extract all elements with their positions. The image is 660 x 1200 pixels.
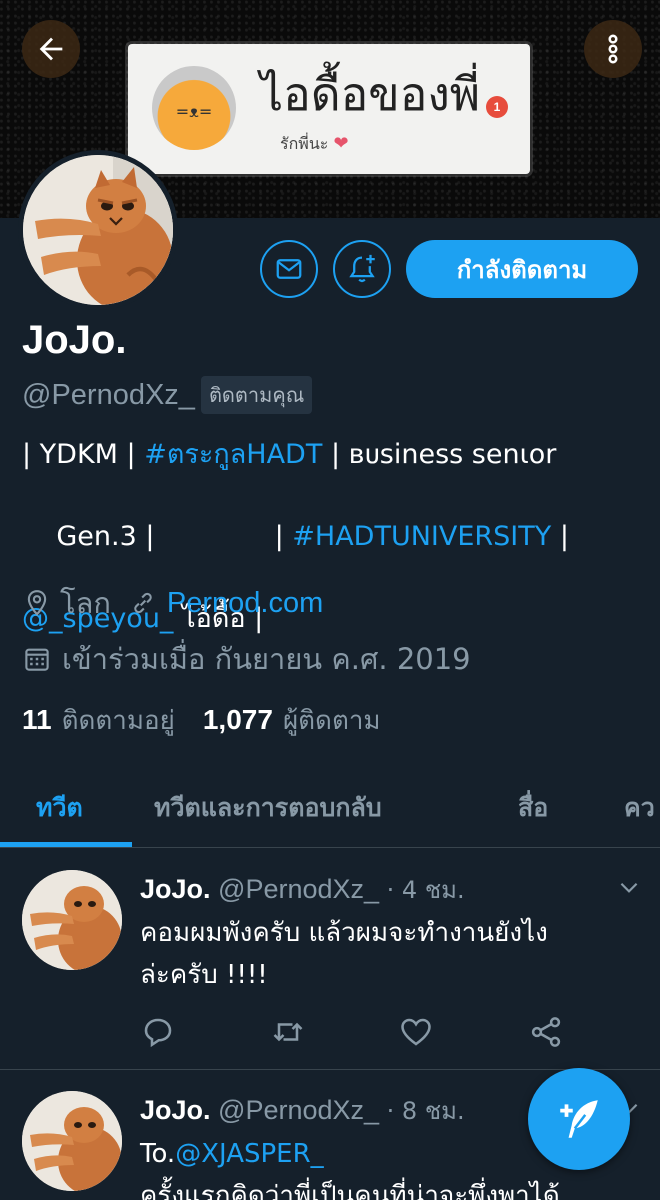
following-count[interactable]: 11 bbox=[22, 704, 52, 736]
banner-badge: 1 bbox=[486, 96, 508, 118]
banner-subtitle: รักพี่นะ ❤ bbox=[280, 132, 349, 157]
joined-row: เข้าร่วมเมื่อ กันยายน ค.ศ. 2019 bbox=[22, 636, 471, 682]
link-icon bbox=[134, 592, 152, 614]
cat-photo bbox=[22, 1091, 122, 1191]
cat-photo bbox=[22, 870, 122, 970]
tweet-time: · 8 ชม. bbox=[379, 1097, 465, 1125]
tweet-author-name[interactable]: JoJo. bbox=[140, 1095, 211, 1125]
tweet-actions bbox=[140, 1014, 580, 1050]
banner-subtitle-text: รักพี่นะ bbox=[280, 134, 329, 153]
following-label[interactable]: ติดตามอยู่ bbox=[62, 700, 175, 741]
tweet-avatar[interactable] bbox=[22, 1091, 122, 1191]
follow-stats: 11 ติดตามอยู่ 1,077 ผู้ติดตาม bbox=[22, 700, 409, 741]
share-icon[interactable] bbox=[528, 1014, 564, 1050]
tweet-author-handle: @PernodXz_ bbox=[218, 1095, 380, 1125]
banner-card: =ᴥ= ไอดื้อของพี่ รักพี่นะ ❤ 1 bbox=[128, 44, 530, 174]
profile-handle: @PernodXz_ bbox=[22, 378, 195, 411]
cat-sticker-image: =ᴥ= bbox=[152, 66, 236, 150]
tweet-header: JoJo. @PernodXz_ · 8 ชม. bbox=[140, 1091, 465, 1130]
bio-text: | ʙᴜsiness senιor bbox=[322, 439, 557, 470]
tweet-text-line: ครั้งแรกคิดว่าพี่เป็นคนที่น่าจะพึ่งพาได้ bbox=[140, 1181, 560, 1200]
message-button[interactable] bbox=[260, 240, 318, 298]
banner-title: ไอดื้อของพี่ bbox=[260, 67, 481, 121]
tweet-text-line: คอมผมพังครับ แล้วผมจะทำงานยังไง bbox=[140, 918, 548, 948]
tweet-avatar[interactable] bbox=[22, 870, 122, 970]
back-button[interactable] bbox=[22, 20, 80, 78]
tweet-author-handle: @PernodXz_ bbox=[218, 874, 380, 904]
retweet-icon[interactable] bbox=[270, 1014, 306, 1050]
profile-tabs: ทวีต ทวีตและการตอบกลับ สื่อ คว bbox=[0, 766, 660, 848]
handle-row: @PernodXz_ ติดตามคุณ bbox=[22, 376, 313, 414]
tweet-text: คอมผมพังครับ แล้วผมจะทำงานยังไง ล่ะครับ … bbox=[140, 912, 650, 996]
website-link[interactable]: Pernod.com bbox=[167, 587, 323, 620]
notifications-button[interactable] bbox=[333, 240, 391, 298]
location-text: โลก bbox=[60, 586, 111, 620]
tweet[interactable]: JoJo. @PernodXz_ · 4 ชม. คอมผมพังครับ แล… bbox=[0, 850, 660, 1070]
arrow-left-icon bbox=[39, 37, 63, 61]
bio-text: | bbox=[551, 521, 569, 552]
compose-feather-icon bbox=[560, 1100, 598, 1138]
joined-date-text: เข้าร่วมเมื่อ กันยายน ค.ศ. 2019 bbox=[62, 642, 471, 676]
tab-media[interactable]: สื่อ bbox=[518, 788, 548, 828]
calendar-icon bbox=[25, 648, 49, 671]
reply-icon[interactable] bbox=[140, 1014, 176, 1050]
following-button[interactable]: กำลังติดตาม bbox=[406, 240, 638, 298]
followers-label[interactable]: ผู้ติดตาม bbox=[283, 700, 381, 741]
bio-text: | YDKM | bbox=[22, 439, 145, 470]
location-website-row: โลก Pernod.com bbox=[22, 580, 323, 626]
location-pin-icon bbox=[27, 590, 47, 616]
bio-line-1: | YDKM | #ตระกูลHADT | ʙᴜsiness senιor bbox=[22, 434, 642, 475]
chevron-down-icon[interactable] bbox=[616, 874, 642, 900]
profile-name: JoJo. bbox=[22, 318, 127, 362]
tweet-text-line: ล่ะครับ !!!! bbox=[140, 960, 268, 990]
active-tab-indicator bbox=[0, 842, 132, 847]
tab-likes[interactable]: คว bbox=[624, 788, 655, 828]
profile-actions: กำลังติดตาม bbox=[0, 240, 660, 298]
tweet-author-name[interactable]: JoJo. bbox=[140, 874, 211, 904]
heart-icon[interactable] bbox=[398, 1014, 434, 1050]
tweet-time: · 4 ชม. bbox=[379, 876, 465, 904]
heart-icon: ❤ bbox=[333, 133, 349, 154]
mention-link[interactable]: @XJASPER_ bbox=[175, 1139, 323, 1169]
mail-icon bbox=[276, 259, 302, 279]
bell-plus-icon bbox=[349, 254, 375, 283]
hashtag-link[interactable]: #HADTUNIVERSITY bbox=[292, 521, 551, 552]
more-options-button[interactable] bbox=[584, 20, 642, 78]
tab-tweets-and-replies[interactable]: ทวีตและการตอบกลับ bbox=[154, 788, 382, 828]
tab-tweets[interactable]: ทวีต bbox=[36, 788, 83, 828]
bio-text: Gen.3 | | bbox=[56, 521, 293, 552]
tweet-text-prefix: To. bbox=[140, 1139, 176, 1169]
more-vertical-icon bbox=[608, 34, 618, 64]
followers-count[interactable]: 1,077 bbox=[203, 704, 273, 736]
follows-you-badge: ติดตามคุณ bbox=[200, 376, 313, 414]
hashtag-link[interactable]: #ตระกูลHADT bbox=[144, 439, 322, 470]
compose-tweet-button[interactable] bbox=[528, 1068, 630, 1170]
tweet-header: JoJo. @PernodXz_ · 4 ชม. bbox=[140, 870, 465, 909]
